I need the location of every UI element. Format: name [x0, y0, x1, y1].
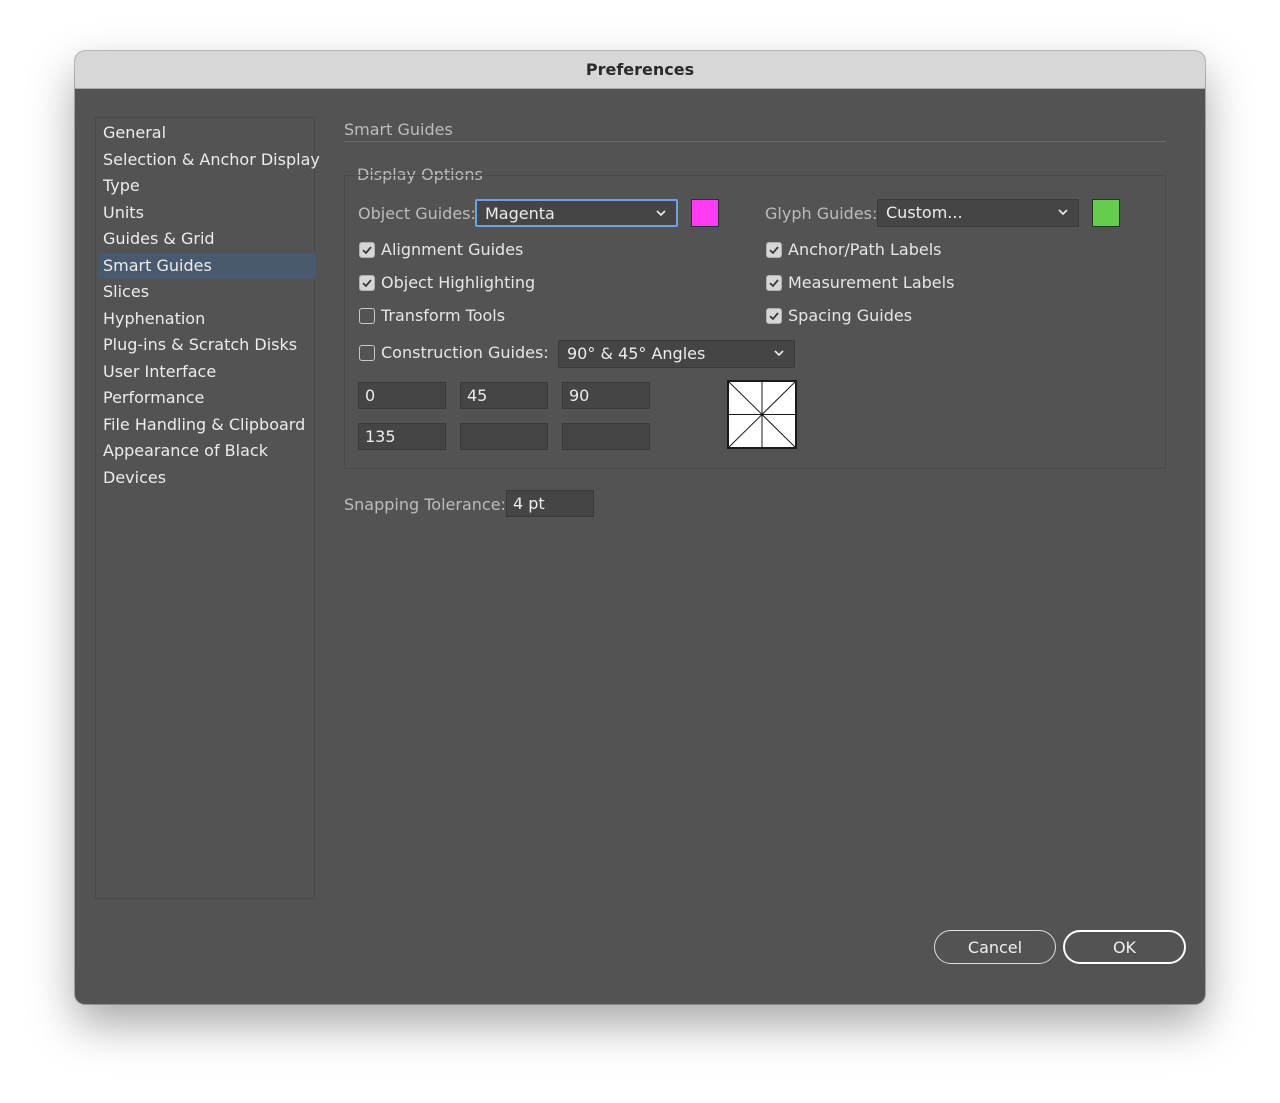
sidebar-item-hyphenation[interactable]: Hyphenation	[98, 306, 316, 332]
anchor-path-labels-label: Anchor/Path Labels	[788, 240, 942, 259]
snapping-tolerance-field[interactable]: 4 pt	[506, 490, 594, 517]
glyph-guides-color-swatch[interactable]	[1092, 199, 1120, 227]
construction-guides-checkbox[interactable]	[359, 345, 375, 361]
construction-guides-value: 90° & 45° Angles	[567, 344, 706, 363]
sidebar-item-slices[interactable]: Slices	[98, 279, 316, 305]
sidebar-item-file-handling-clipboard[interactable]: File Handling & Clipboard	[98, 412, 316, 438]
angle-field-4[interactable]: 135	[358, 423, 446, 450]
angle-field-1[interactable]: 0	[358, 382, 446, 409]
sidebar-item-user-interface[interactable]: User Interface	[98, 359, 316, 385]
chevron-down-icon	[656, 210, 666, 217]
construction-guides-label: Construction Guides:	[381, 343, 549, 362]
spacing-guides-checkbox[interactable]	[766, 308, 782, 324]
angle-field-3[interactable]: 90	[562, 382, 650, 409]
checkmark-icon	[769, 246, 779, 255]
object-guides-label: Object Guides:	[358, 204, 476, 223]
angle-field-6[interactable]	[562, 423, 650, 450]
alignment-guides-label: Alignment Guides	[381, 240, 524, 259]
sidebar-item-units[interactable]: Units	[98, 200, 316, 226]
checkmark-icon	[362, 246, 372, 255]
object-guides-value: Magenta	[485, 204, 555, 223]
angle-preview-icon	[727, 380, 797, 449]
angle-field-2[interactable]: 45	[460, 382, 548, 409]
sidebar-item-devices[interactable]: Devices	[98, 465, 316, 491]
spacing-guides-label: Spacing Guides	[788, 306, 913, 325]
sidebar-item-smart-guides[interactable]: Smart Guides	[98, 253, 316, 279]
measurement-labels-label: Measurement Labels	[788, 273, 955, 292]
dialog-title: Preferences	[75, 51, 1205, 89]
glyph-guides-value: Custom...	[886, 203, 963, 222]
chevron-down-icon	[1058, 209, 1068, 216]
snapping-tolerance-label: Snapping Tolerance:	[344, 495, 506, 514]
preferences-dialog: Preferences General Selection & Anchor D…	[75, 51, 1205, 1004]
sidebar-item-general[interactable]: General	[98, 120, 316, 146]
sidebar-item-appearance-of-black[interactable]: Appearance of Black	[98, 438, 316, 464]
glyph-guides-label: Glyph Guides:	[765, 204, 878, 223]
sidebar-item-type[interactable]: Type	[98, 173, 316, 199]
sidebar-item-plugins-scratch-disks[interactable]: Plug-ins & Scratch Disks	[98, 332, 316, 358]
ok-button[interactable]: OK	[1063, 930, 1186, 964]
object-highlighting-checkbox[interactable]	[359, 275, 375, 291]
transform-tools-label: Transform Tools	[381, 306, 506, 325]
measurement-labels-checkbox[interactable]	[766, 275, 782, 291]
sidebar-item-selection-anchor-display[interactable]: Selection & Anchor Display	[98, 147, 320, 173]
cancel-button[interactable]: Cancel	[934, 930, 1056, 964]
category-list: General Selection & Anchor Display Type …	[95, 117, 320, 899]
construction-guides-dropdown[interactable]: 90° & 45° Angles	[558, 340, 795, 368]
object-highlighting-label: Object Highlighting	[381, 273, 536, 292]
sidebar-item-guides-grid[interactable]: Guides & Grid	[98, 226, 316, 252]
checkmark-icon	[769, 312, 779, 321]
panel-title-divider	[344, 141, 1166, 142]
object-guides-dropdown[interactable]: Magenta	[475, 199, 678, 227]
checkmark-icon	[362, 279, 372, 288]
angle-field-5[interactable]	[460, 423, 548, 450]
glyph-guides-dropdown[interactable]: Custom...	[877, 199, 1079, 227]
transform-tools-checkbox[interactable]	[359, 308, 375, 324]
sidebar-item-performance[interactable]: Performance	[98, 385, 316, 411]
anchor-path-labels-checkbox[interactable]	[766, 242, 782, 258]
chevron-down-icon	[774, 350, 784, 357]
object-guides-color-swatch[interactable]	[691, 199, 719, 227]
checkmark-icon	[769, 279, 779, 288]
panel-title: Smart Guides	[344, 120, 453, 139]
alignment-guides-checkbox[interactable]	[359, 242, 375, 258]
